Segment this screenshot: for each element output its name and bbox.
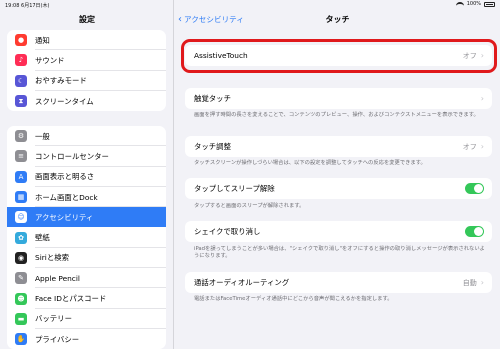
call-audio-routing-row[interactable]: 通話オーディオルーティング 自動 › — [185, 272, 492, 293]
shake-to-undo-description: iPadを誤ってしまうことが多い場合は、"シェイクで取り消し"をオフにすると操作… — [194, 246, 485, 260]
accessibility-icon: ☺ — [15, 211, 27, 224]
sidebar-item-label: おやすみモード — [35, 76, 87, 86]
chevron-right-icon: › — [480, 94, 484, 103]
sidebar-item-accessibility[interactable]: ☺ アクセシビリティ — [7, 207, 166, 228]
pencil-icon: ✎ — [15, 272, 27, 285]
gear-icon: ⚙ — [15, 130, 27, 143]
haptic-touch-label: 触覚タッチ — [194, 94, 231, 103]
chevron-right-icon: › — [480, 142, 484, 151]
sidebar-item-battery[interactable]: ▬ バッテリー — [7, 309, 166, 330]
tap-to-wake-description: タップすると画面のスリープが解除されます。 — [194, 203, 305, 209]
sidebar-item-pencil[interactable]: ✎ Apple Pencil — [7, 268, 166, 289]
tap-to-wake-label: タップしてスリープ解除 — [194, 184, 275, 193]
sidebar-item-notification[interactable]: ● 通知 — [7, 30, 166, 51]
sidebar-item-switches[interactable]: ≡ コントロールセンター — [7, 146, 166, 167]
sidebar-item-label: コントロールセンター — [35, 151, 109, 161]
sidebar-item-hand[interactable]: ✋ プライバシー — [7, 329, 166, 349]
text-size-icon: A — [15, 170, 27, 183]
touch-accommodations-row[interactable]: タッチ調整 オフ › — [185, 136, 492, 157]
date-text: 6月17日(木) — [21, 3, 50, 9]
sidebar-item-label: Face IDとパスコード — [35, 294, 107, 304]
sidebar-item-label: Siriと検索 — [35, 253, 70, 263]
sidebar-item-label: 通知 — [35, 35, 50, 45]
moon-icon: ☾ — [15, 74, 27, 87]
face-id-icon: ☻ — [15, 292, 27, 305]
battery-icon: ▬ — [15, 312, 27, 325]
highlight-box — [181, 39, 497, 73]
switches-icon: ≡ — [15, 150, 27, 163]
touch-accommodations-label: タッチ調整 — [194, 142, 231, 151]
tap-to-wake-row: タップしてスリープ解除 — [185, 178, 492, 199]
sidebar-item-label: サウンド — [35, 55, 65, 65]
hand-icon: ✋ — [15, 333, 27, 346]
sidebar-item-hourglass[interactable]: ⧗ スクリーンタイム — [7, 91, 166, 111]
call-audio-routing-label: 通話オーディオルーティング — [194, 278, 290, 287]
sidebar-item-siri[interactable]: ◉ Siriと検索 — [7, 248, 166, 269]
shake-to-undo-label: シェイクで取り消し — [194, 227, 261, 236]
haptic-touch-description: 画面を押す時間の長さを変えることで、コンテンツのプレビュー、操作、およびコンテク… — [194, 112, 479, 118]
sidebar-item-label: 一般 — [35, 131, 50, 141]
tap-to-wake-toggle[interactable] — [465, 183, 484, 194]
sidebar-item-wallpaper[interactable]: ✿ 壁紙 — [7, 227, 166, 249]
sidebar-item-label: バッテリー — [35, 314, 72, 324]
main-pane: ‹ アクセシビリティ タッチ AssistiveTouch オフ › 触覚タッチ… — [175, 0, 500, 349]
sidebar-item-gear[interactable]: ⚙ 一般 — [7, 126, 166, 147]
sidebar-item-label: プライバシー — [35, 334, 80, 344]
sidebar-group-general: ⚙ 一般 ≡ コントロールセンター A 画面表示と明るさ ▦ ホーム画面とDock ☺ アクセシビ… — [7, 126, 166, 349]
sidebar-item-label: Apple Pencil — [35, 273, 80, 283]
siri-icon: ◉ — [15, 251, 27, 264]
sidebar-item-face-id[interactable]: ☻ Face IDとパスコード — [7, 288, 166, 309]
status-time: 19:08 6月17日(木) — [5, 2, 49, 9]
sound-icon: ♪ — [15, 54, 27, 67]
page-title: タッチ — [325, 15, 350, 24]
hourglass-icon: ⧗ — [15, 95, 27, 108]
touch-accommodations-value: オフ — [462, 142, 477, 151]
shake-to-undo-toggle[interactable] — [465, 226, 484, 237]
sidebar-item-label: スクリーンタイム — [35, 96, 94, 106]
sidebar-item-label: 画面表示と明るさ — [35, 172, 95, 182]
shake-to-undo-row: シェイクで取り消し — [185, 221, 492, 242]
call-audio-routing-value: 自動 — [462, 278, 477, 287]
sidebar-item-label: 壁紙 — [35, 233, 50, 243]
chevron-right-icon: › — [480, 278, 484, 287]
call-audio-routing-description: 電話またはFaceTimeオーディオ通話中にどこから音声が聞こえるかを指定します… — [194, 296, 393, 302]
sidebar-item-text-size[interactable]: A 画面表示と明るさ — [7, 167, 166, 188]
sidebar: 設定 ● 通知 ♪ サウンド ☾ おやすみモード ⧗ スクリーンタイム ⚙ 一般 ≡ コントロールセ… — [0, 0, 174, 349]
home-grid-icon: ▦ — [15, 191, 27, 204]
sidebar-item-label: アクセシビリティ — [35, 212, 94, 222]
haptic-touch-row[interactable]: 触覚タッチ › — [185, 88, 492, 109]
settings-screen: 設定 ● 通知 ♪ サウンド ☾ おやすみモード ⧗ スクリーンタイム ⚙ 一般 ≡ コントロールセ… — [0, 0, 500, 349]
notification-icon: ● — [15, 34, 27, 47]
time-text: 19:08 — [5, 3, 20, 9]
sidebar-item-label: ホーム画面とDock — [35, 192, 98, 202]
touch-accommodations-description: タッチスクリーンが操作しづらい場合は、以下の設定を調整してタッチへの反応を変更で… — [194, 160, 426, 166]
sidebar-item-sound[interactable]: ♪ サウンド — [7, 50, 166, 71]
sidebar-item-moon[interactable]: ☾ おやすみモード — [7, 71, 166, 92]
wallpaper-icon: ✿ — [15, 231, 27, 244]
sidebar-item-home-grid[interactable]: ▦ ホーム画面とDock — [7, 187, 166, 208]
sidebar-title: 設定 — [79, 15, 95, 24]
sidebar-group-notifications: ● 通知 ♪ サウンド ☾ おやすみモード ⧗ スクリーンタイム — [7, 30, 166, 112]
